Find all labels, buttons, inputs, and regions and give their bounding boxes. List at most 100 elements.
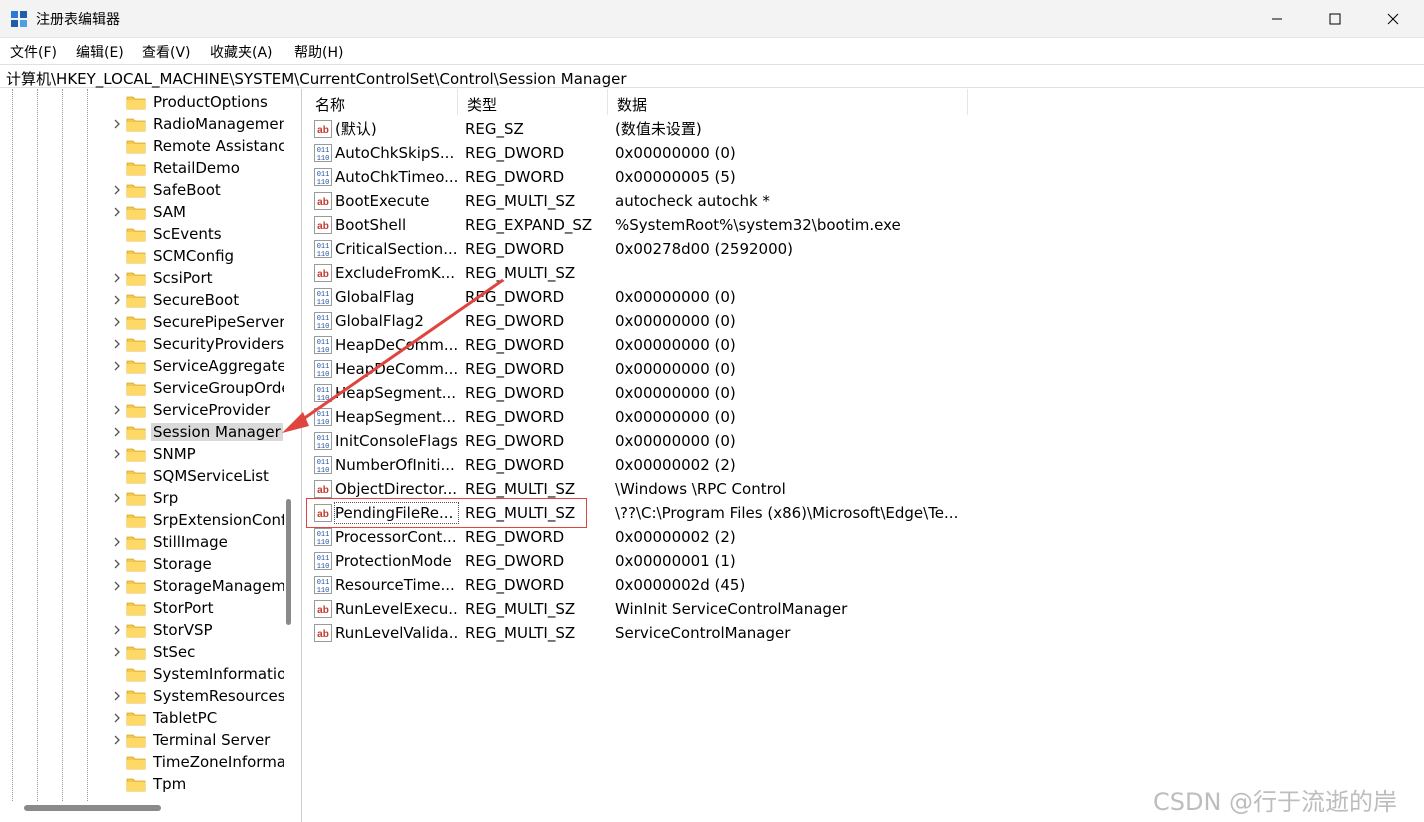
- value-row[interactable]: 011 110 HeapDeComm... REG_DWORD 0x00000000 (…: [306, 333, 1424, 357]
- chevron-right-icon[interactable]: [110, 578, 124, 594]
- chevron-right-icon[interactable]: [110, 534, 124, 550]
- chevron-right-icon[interactable]: [110, 490, 124, 506]
- value-list-pane[interactable]: 名称 类型 数据 ab (默认) REG_SZ (数值未设置) 011 110 AutoCh…: [306, 89, 1424, 822]
- chevron-right-icon[interactable]: [110, 710, 124, 726]
- chevron-right-icon[interactable]: [110, 116, 124, 132]
- address-bar[interactable]: 计算机\HKEY_LOCAL_MACHINE\SYSTEM\CurrentCon…: [0, 64, 1424, 88]
- value-row[interactable]: 011 110 GlobalFlag2 REG_DWORD 0x00000000 (0): [306, 309, 1424, 333]
- value-row[interactable]: 011 110 AutoChkSkipS... REG_DWORD 0x00000000…: [306, 141, 1424, 165]
- tree-item[interactable]: StorPort: [108, 597, 284, 619]
- chevron-right-icon[interactable]: [110, 424, 124, 440]
- tree-vertical-scrollbar[interactable]: [286, 499, 291, 625]
- value-row[interactable]: ab BootShell REG_EXPAND_SZ %SystemRoot%\sys…: [306, 213, 1424, 237]
- tree-item[interactable]: RetailDemo: [108, 157, 284, 179]
- chevron-right-icon[interactable]: [110, 270, 124, 286]
- menu-help[interactable]: 帮助(H): [294, 42, 343, 62]
- tree-item[interactable]: StorVSP: [108, 619, 284, 641]
- svg-text:011: 011: [317, 531, 330, 539]
- tree-item[interactable]: ServiceGroupOrder: [108, 377, 284, 399]
- tree-item[interactable]: StorageManagement: [108, 575, 284, 597]
- tree-item[interactable]: Srp: [108, 487, 284, 509]
- binary-value-icon: 011 110: [314, 456, 332, 475]
- tree-item[interactable]: SCMConfig: [108, 245, 284, 267]
- tree-item[interactable]: RadioManagement: [108, 113, 284, 135]
- chevron-right-icon[interactable]: [110, 446, 124, 462]
- tree-item[interactable]: SAM: [108, 201, 284, 223]
- value-row[interactable]: ab ExcludeFromK... REG_MULTI_SZ: [306, 261, 1424, 285]
- value-row[interactable]: ab BootExecute REG_MULTI_SZ autocheck autoc…: [306, 189, 1424, 213]
- chevron-right-icon[interactable]: [110, 622, 124, 638]
- value-row[interactable]: 011 110 GlobalFlag REG_DWORD 0x00000000 (0): [306, 285, 1424, 309]
- tree-item[interactable]: SecurePipeServers: [108, 311, 284, 333]
- value-row[interactable]: 011 110 ProtectionMode REG_DWORD 0x00000001 …: [306, 549, 1424, 573]
- value-row[interactable]: 011 110 CriticalSection... REG_DWORD 0x00278…: [306, 237, 1424, 261]
- value-row[interactable]: 011 110 ProcessorCont... REG_DWORD 0x0000000…: [306, 525, 1424, 549]
- value-row[interactable]: 011 110 InitConsoleFlags REG_DWORD 0x0000000…: [306, 429, 1424, 453]
- chevron-right-icon[interactable]: [110, 314, 124, 330]
- tree-item-label: ServiceGroupOrder: [153, 379, 284, 397]
- value-row[interactable]: ab (默认) REG_SZ (数值未设置): [306, 117, 1424, 141]
- chevron-right-icon[interactable]: [110, 358, 124, 374]
- tree-item[interactable]: TimeZoneInformation: [108, 751, 284, 773]
- tree-horizontal-scrollbar[interactable]: [24, 805, 161, 811]
- minimize-button[interactable]: [1248, 0, 1306, 38]
- value-name: HeapSegment...: [335, 408, 457, 426]
- tree-item[interactable]: SecurityProviders: [108, 333, 284, 355]
- tree-item[interactable]: SystemInformation: [108, 663, 284, 685]
- tree-item[interactable]: SrpExtensionConfig: [108, 509, 284, 531]
- tree-item[interactable]: Storage: [108, 553, 284, 575]
- value-row[interactable]: 011 110 HeapDeComm... REG_DWORD 0x00000000 (…: [306, 357, 1424, 381]
- menu-view[interactable]: 查看(V): [142, 42, 191, 62]
- tree-item[interactable]: TabletPC: [108, 707, 284, 729]
- close-button[interactable]: [1364, 0, 1422, 38]
- tree-item-label: TabletPC: [153, 709, 218, 727]
- chevron-right-icon[interactable]: [110, 688, 124, 704]
- folder-icon: [126, 270, 146, 286]
- tree-item[interactable]: Remote Assistance: [108, 135, 284, 157]
- key-tree-pane[interactable]: ProductOptions RadioManagement Remote Assi…: [0, 89, 302, 822]
- tree-item[interactable]: ProductOptions: [108, 91, 284, 113]
- tree-item[interactable]: StSec: [108, 641, 284, 663]
- tree-item[interactable]: ServiceProvider: [108, 399, 284, 421]
- tree-item[interactable]: SafeBoot: [108, 179, 284, 201]
- chevron-right-icon[interactable]: [110, 402, 124, 418]
- value-row[interactable]: ab RunLevelExecu... REG_MULTI_SZ WinInit Se…: [306, 597, 1424, 621]
- address-path[interactable]: 计算机\HKEY_LOCAL_MACHINE\SYSTEM\CurrentCon…: [6, 68, 627, 89]
- tree-item[interactable]: Session Manager: [108, 421, 284, 443]
- column-header-name[interactable]: 名称: [306, 89, 458, 115]
- column-header-type[interactable]: 类型: [458, 89, 608, 115]
- tree-guide-line: [62, 89, 63, 801]
- column-header-data[interactable]: 数据: [608, 89, 968, 115]
- folder-icon: [126, 116, 146, 132]
- tree-item[interactable]: ScsiPort: [108, 267, 284, 289]
- menu-favorites[interactable]: 收藏夹(A): [210, 42, 273, 62]
- tree-item[interactable]: Terminal Server: [108, 729, 284, 751]
- value-row[interactable]: ab PendingFileRe... REG_MULTI_SZ \??\C:\Pro…: [306, 498, 1424, 528]
- value-row[interactable]: 011 110 HeapSegment... REG_DWORD 0x00000000 …: [306, 381, 1424, 405]
- value-type: REG_DWORD: [465, 456, 565, 474]
- value-row[interactable]: ab RunLevelValida... REG_MULTI_SZ ServiceCo…: [306, 621, 1424, 645]
- value-row[interactable]: 011 110 AutoChkTimeo... REG_DWORD 0x00000005…: [306, 165, 1424, 189]
- folder-icon: [126, 402, 146, 418]
- chevron-right-icon[interactable]: [110, 644, 124, 660]
- menu-edit[interactable]: 编辑(E): [76, 42, 124, 62]
- chevron-right-icon[interactable]: [110, 204, 124, 220]
- tree-item[interactable]: SQMServiceList: [108, 465, 284, 487]
- chevron-right-icon[interactable]: [110, 732, 124, 748]
- tree-item[interactable]: ScEvents: [108, 223, 284, 245]
- tree-item[interactable]: SecureBoot: [108, 289, 284, 311]
- tree-item[interactable]: Tpm: [108, 773, 284, 795]
- tree-item[interactable]: ServiceAggregatedEvents: [108, 355, 284, 377]
- chevron-right-icon[interactable]: [110, 182, 124, 198]
- chevron-right-icon[interactable]: [110, 292, 124, 308]
- value-row[interactable]: 011 110 NumberOfIniti... REG_DWORD 0x0000000…: [306, 453, 1424, 477]
- value-row[interactable]: 011 110 ResourceTime... REG_DWORD 0x0000002d…: [306, 573, 1424, 597]
- menu-file[interactable]: 文件(F): [10, 42, 57, 62]
- value-row[interactable]: 011 110 HeapSegment... REG_DWORD 0x00000000 …: [306, 405, 1424, 429]
- chevron-right-icon[interactable]: [110, 556, 124, 572]
- maximize-button[interactable]: [1306, 0, 1364, 38]
- tree-item[interactable]: SystemResources: [108, 685, 284, 707]
- tree-item[interactable]: SNMP: [108, 443, 284, 465]
- chevron-right-icon[interactable]: [110, 336, 124, 352]
- tree-item[interactable]: StillImage: [108, 531, 284, 553]
